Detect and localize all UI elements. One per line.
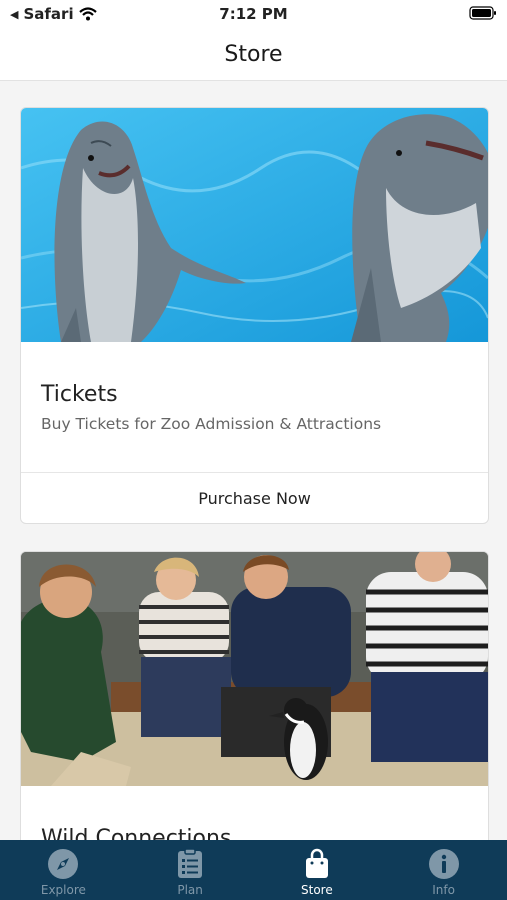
store-list[interactable]: Tickets Buy Tickets for Zoo Admission & … (0, 81, 507, 840)
page-title: Store (224, 41, 283, 67)
shopping-bag-icon (305, 848, 328, 878)
info-icon (428, 849, 459, 879)
compass-icon (48, 849, 79, 879)
penguin-encounter-photo (21, 552, 488, 786)
store-card-tickets[interactable]: Tickets Buy Tickets for Zoo Admission & … (20, 107, 489, 524)
tab-plan[interactable]: Plan (127, 840, 254, 900)
card-title: Wild Connections (41, 826, 232, 840)
tab-label-explore: Explore (40, 883, 86, 897)
status-bar: ◀ Safari 7:12 PM (0, 0, 507, 28)
tab-label-info: Info (432, 883, 455, 897)
tab-label-store: Store (301, 883, 333, 897)
tab-info[interactable]: Info (380, 840, 507, 900)
dolphins-photo (21, 108, 488, 342)
card-title: Tickets (41, 382, 118, 407)
purchase-now-button[interactable]: Purchase Now (21, 472, 488, 523)
tab-bar: Explore Plan Store Info (0, 840, 507, 900)
clock: 7:12 PM (219, 5, 288, 23)
tab-label-plan: Plan (177, 883, 203, 897)
tab-explore[interactable]: Explore (0, 840, 127, 900)
battery-icon (469, 6, 497, 24)
checklist-icon (178, 848, 203, 878)
store-card-wild-connections[interactable]: Wild Connections (20, 551, 489, 840)
navigation-bar: Store (0, 28, 507, 81)
card-subtitle: Buy Tickets for Zoo Admission & Attracti… (41, 415, 382, 433)
tab-store[interactable]: Store (254, 840, 381, 900)
